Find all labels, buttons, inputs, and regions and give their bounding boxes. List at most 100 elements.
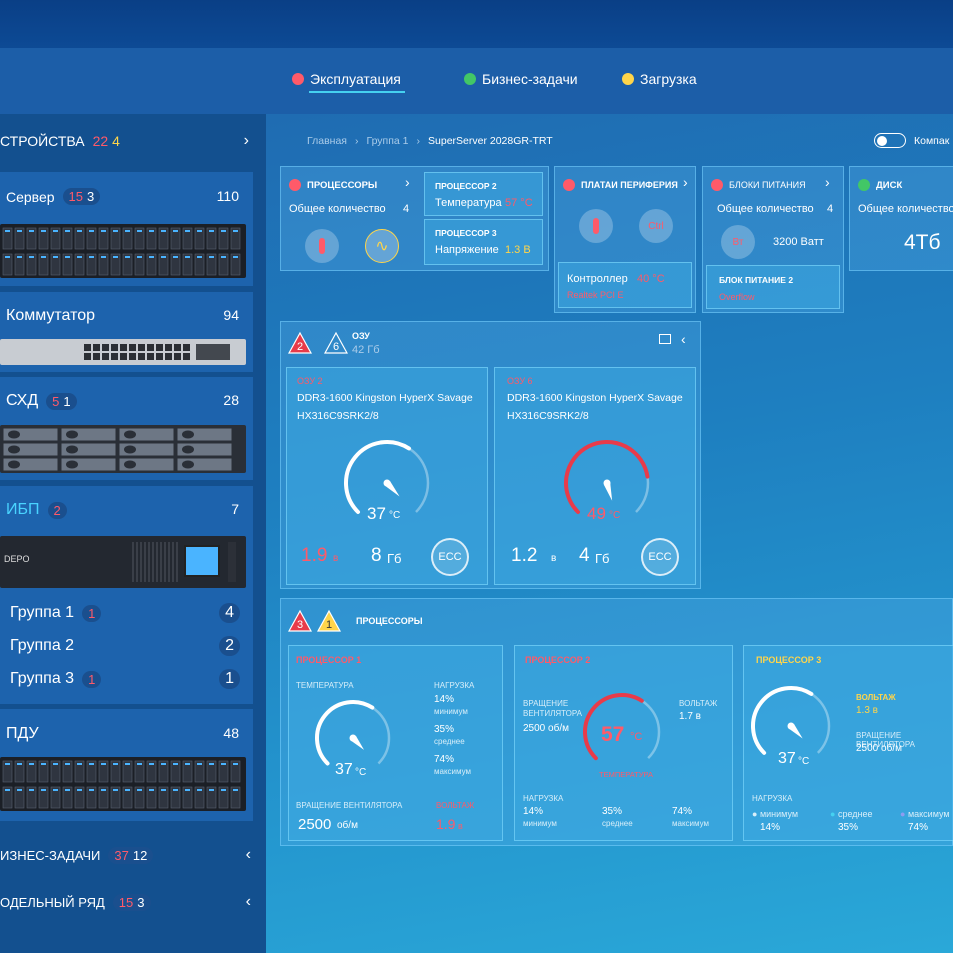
warn-count: 1 bbox=[326, 619, 332, 631]
card-title: ПРОЦЕССОР 2 bbox=[525, 655, 591, 665]
main-area: Главная › Группа 1 › SuperServer 2028GR-TR… bbox=[266, 114, 953, 953]
total-label: Общее количество bbox=[289, 203, 386, 215]
ram-panel[interactable]: 2 6 ОЗУ 42 Гб ‹ ОЗУ 2 DDR3-1600 Kingston… bbox=[280, 321, 701, 589]
chevron-left-icon[interactable]: ‹ bbox=[246, 893, 251, 911]
list-item[interactable]: Группа 2 2 bbox=[10, 635, 240, 657]
chevron-left-icon[interactable]: ‹ bbox=[681, 331, 686, 347]
tray-handle bbox=[8, 445, 20, 454]
port bbox=[138, 344, 145, 351]
processor-card[interactable]: ПРОЦЕССОР 3 37 °C ВОЛЬТАЖ 1.3 в ВРАЩЕНИЕ… bbox=[743, 645, 953, 841]
tab-business[interactable]: Бизнес-задачи bbox=[464, 71, 578, 87]
card-sub: Realtek PCI E bbox=[567, 290, 624, 300]
cpu-panel[interactable]: ПРОЦЕССОРЫ › Общее количество 4 ∿ ПРОЦЕС… bbox=[280, 166, 549, 271]
processor-card[interactable]: ПРОЦЕССОР 2 ВРАЩЕНИЕ ВЕНТИЛЯТОРА 2500 об… bbox=[514, 645, 733, 841]
drive-led bbox=[173, 230, 178, 232]
card-status: Overflow bbox=[719, 292, 755, 302]
fan-value: 2500 bbox=[298, 816, 332, 833]
copy-icon[interactable] bbox=[659, 334, 671, 344]
card-title: БЛОК ПИТАНИЕ 2 bbox=[719, 275, 794, 285]
sidebar-item-ups[interactable]: ИБП 2 7 DEPO Группа 1 1 4 Группа 2 2 Гру… bbox=[0, 486, 253, 704]
load-min: 14% bbox=[523, 806, 544, 817]
fan-label: ВРАЩЕНИЕ bbox=[523, 699, 569, 708]
chevron-right-icon[interactable]: › bbox=[405, 174, 410, 190]
drive-led bbox=[161, 256, 166, 258]
ram-module-card[interactable]: ОЗУ 2 DDR3-1600 Kingston HyperX Savage H… bbox=[286, 367, 488, 585]
load-label: НАГРУЗКА bbox=[434, 681, 475, 690]
list-item[interactable]: Группа 3 1 1 bbox=[10, 668, 240, 690]
cpu3-card[interactable]: ПРОЦЕССОР 3 Напряжение 1.3 В bbox=[424, 219, 543, 265]
load-avg: 35% bbox=[434, 724, 455, 735]
load-max: 74% bbox=[434, 754, 455, 765]
processor-card[interactable]: ПРОЦЕССОР 1 ТЕМПЕРАТУРА 37 °C НАГРУЗКА 1… bbox=[288, 645, 503, 841]
disk-panel[interactable]: ДИСК Общее количество 4Тб bbox=[849, 166, 953, 271]
switch-image bbox=[0, 339, 246, 365]
port bbox=[147, 353, 154, 360]
sidebar-item-storage[interactable]: СХД 51 28 bbox=[0, 377, 253, 480]
group-label: Группа 2 bbox=[10, 637, 75, 654]
drive-led bbox=[137, 230, 142, 232]
cpu2-card[interactable]: ПРОЦЕССОР 2 Температура 57 °C bbox=[424, 172, 543, 216]
gear-icon bbox=[622, 73, 634, 85]
port bbox=[93, 353, 100, 360]
drive-led bbox=[101, 789, 106, 791]
gear-icon bbox=[711, 179, 723, 191]
list-item[interactable]: Группа 1 1 4 bbox=[10, 602, 240, 624]
port bbox=[147, 344, 154, 351]
load-min-text: минимум bbox=[759, 809, 799, 819]
temp-unit: °C bbox=[389, 510, 401, 521]
breadcrumb-home[interactable]: Главная bbox=[307, 135, 347, 147]
drive-led bbox=[137, 789, 142, 791]
info-count: 6 bbox=[333, 341, 339, 353]
sidebar-item-switch[interactable]: Коммутатор 94 bbox=[0, 292, 253, 372]
drive-led bbox=[113, 763, 118, 765]
compact-toggle[interactable]: Компак bbox=[874, 133, 949, 148]
memory-unit: Гб bbox=[595, 551, 610, 566]
ram-module-card[interactable]: ОЗУ 6 DDR3-1600 Kingston HyperX Savage H… bbox=[494, 367, 696, 585]
breadcrumb-group[interactable]: Группа 1 bbox=[366, 135, 408, 147]
tray-handle bbox=[124, 430, 136, 439]
periphery-panel[interactable]: ПЛАТАИ ПЕРИФЕРИЯ › Ctrl Контроллер 40 °C… bbox=[554, 166, 696, 313]
psu2-card[interactable]: БЛОК ПИТАНИЕ 2 Overflow bbox=[706, 265, 840, 309]
total-label: Общее количество bbox=[717, 203, 814, 215]
group-label: Группа 3 bbox=[10, 670, 75, 687]
chevron-right-icon[interactable]: › bbox=[825, 174, 830, 190]
controller-card[interactable]: Контроллер 40 °C Realtek PCI E bbox=[558, 262, 692, 308]
memory-value: 8 bbox=[371, 545, 382, 566]
processors-panel[interactable]: 3 1 ПРОЦЕССОРЫ ПРОЦЕССОР 1 ТЕМПЕРАТУРА 3… bbox=[280, 598, 953, 846]
device-count: 7 bbox=[231, 501, 239, 517]
tab-exploitation[interactable]: Эксплуатация bbox=[292, 71, 405, 93]
sfp-ports bbox=[196, 344, 230, 360]
drive-led bbox=[53, 256, 58, 258]
drive-led bbox=[89, 230, 94, 232]
panel-title: ПРОЦЕССОРЫ bbox=[307, 179, 378, 191]
gear-icon bbox=[858, 179, 870, 191]
sidebar: СТРОЙСТВА 22 4 › Сервер 15 3 110 Коммутат… bbox=[0, 114, 266, 953]
sidebar-item-pdu[interactable]: ПДУ 48 bbox=[0, 709, 253, 821]
count: 3 bbox=[137, 894, 145, 910]
drive-led bbox=[113, 256, 118, 258]
drive-led bbox=[197, 230, 202, 232]
chevron-right-icon[interactable]: › bbox=[244, 132, 249, 150]
port bbox=[156, 353, 163, 360]
voltage-value: 1.2 bbox=[511, 545, 538, 566]
sidebar-item-models[interactable]: ОДЕЛЬНЫЙ РЯД 15 3 ‹ bbox=[0, 883, 253, 921]
drive-led bbox=[221, 789, 226, 791]
voltage-value: 1.3 в bbox=[856, 705, 878, 716]
sidebar-item-business[interactable]: ИЗНЕС-ЗАДАЧИ 37 12 ‹ bbox=[0, 836, 253, 874]
sidebar-item-server[interactable]: Сервер 15 3 110 bbox=[0, 172, 253, 286]
sidebar-item-devices[interactable]: СТРОЙСТВА 22 4 › bbox=[0, 122, 253, 160]
total-label: Общее количество bbox=[858, 203, 953, 215]
port bbox=[84, 353, 91, 360]
tab-load[interactable]: Загрузка bbox=[622, 71, 697, 87]
port bbox=[111, 353, 118, 360]
temp-unit: °C bbox=[355, 767, 367, 778]
psu-panel[interactable]: БЛОКИ ПИТАНИЯ › Общее количество 4 Вт 32… bbox=[702, 166, 844, 313]
chevron-right-icon[interactable]: › bbox=[683, 174, 688, 190]
thermometer-icon bbox=[579, 209, 613, 243]
tray-handle bbox=[124, 445, 136, 454]
disk-size: 4Тб bbox=[904, 231, 941, 254]
chevron-left-icon[interactable]: ‹ bbox=[246, 846, 251, 864]
psu-watts: 3200 Ватт bbox=[773, 236, 824, 248]
port bbox=[93, 344, 100, 351]
port bbox=[129, 344, 136, 351]
